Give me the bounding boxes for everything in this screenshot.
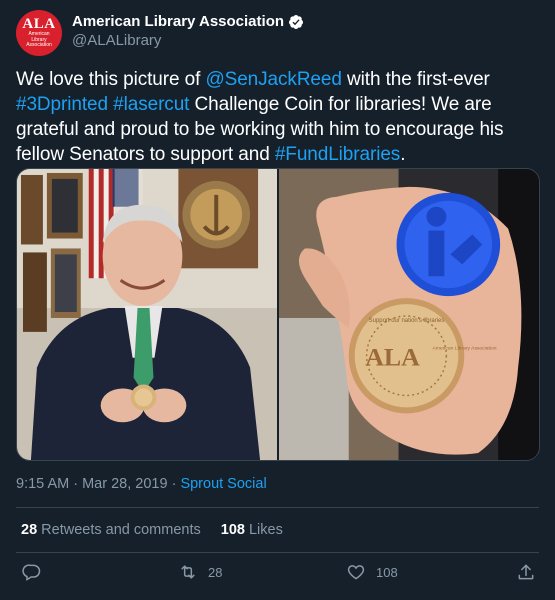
retweet-count: 28 (208, 564, 223, 580)
coin-front-text: ALA (365, 343, 420, 372)
photo-senator[interactable] (17, 169, 277, 460)
tweet-text: We love this picture of @SenJackReed wit… (16, 67, 539, 167)
author-block: American Library Association @ALALibrary (72, 12, 304, 51)
display-name-row[interactable]: American Library Association (72, 12, 304, 31)
hashtag-link[interactable]: #lasercut (113, 94, 189, 115)
like-button[interactable]: 108 (346, 562, 398, 582)
senator-photo-illustration (17, 169, 277, 460)
likes-count: 108 (220, 522, 245, 538)
retweets-label: Retweets and comments (41, 522, 201, 538)
tweet-text-segment: . (400, 144, 406, 165)
timestamp-separator: · (167, 476, 181, 492)
user-handle[interactable]: @ALALibrary (72, 31, 304, 51)
media-grid: Support our nation's libraries ALA Ameri… (16, 168, 540, 461)
divider (16, 552, 539, 553)
tweet-date[interactable]: Mar 28, 2019 (82, 476, 167, 492)
coin-ring-text: Support our nation's libraries (369, 318, 445, 324)
likes-stat[interactable]: 108 Likes (221, 522, 283, 538)
tweet-source-link[interactable]: Sprout Social (180, 476, 266, 492)
hashtag-link[interactable]: #3Dprinted (16, 94, 108, 115)
photo-coins[interactable]: Support our nation's libraries ALA Ameri… (279, 169, 539, 460)
share-icon (518, 564, 534, 580)
coin-photo-illustration: Support our nation's libraries ALA Ameri… (279, 169, 539, 460)
avatar[interactable]: ALA American Library Association (16, 10, 62, 56)
tweet-text-segment: with the first-ever (341, 69, 490, 90)
heart-icon (347, 565, 365, 580)
retweet-icon (181, 565, 195, 579)
timestamp-separator: · (69, 476, 83, 492)
tweet-header: ALA American Library Association America… (16, 10, 539, 56)
share-button[interactable] (516, 562, 536, 582)
tweet-time[interactable]: 9:15 AM (16, 476, 69, 492)
retweet-button[interactable]: 28 (178, 562, 222, 582)
retweets-stat[interactable]: 28 Retweets and comments (21, 522, 201, 538)
reply-button[interactable] (22, 562, 42, 582)
tweet-timestamp: 9:15 AM · Mar 28, 2019 · Sprout Social (16, 476, 267, 492)
avatar-logo-text: ALA (22, 16, 56, 33)
tweet-stats: 28 Retweets and comments 108 Likes (21, 522, 283, 538)
tweet-text-segment: We love this picture of (16, 69, 206, 90)
reply-icon (22, 564, 41, 581)
likes-label: Likes (248, 522, 283, 538)
avatar-line: Association (26, 42, 52, 49)
hashtag-link[interactable]: #FundLibraries (275, 144, 400, 165)
mention-link[interactable]: @SenJackReed (205, 69, 341, 90)
verified-badge-icon (289, 14, 304, 29)
display-name[interactable]: American Library Association (72, 12, 284, 31)
tweet-actions: 28 108 (16, 562, 539, 590)
retweets-count: 28 (21, 522, 38, 538)
coin-front-small: American Library Association (432, 346, 496, 352)
divider (16, 507, 539, 508)
like-count: 108 (376, 564, 398, 580)
